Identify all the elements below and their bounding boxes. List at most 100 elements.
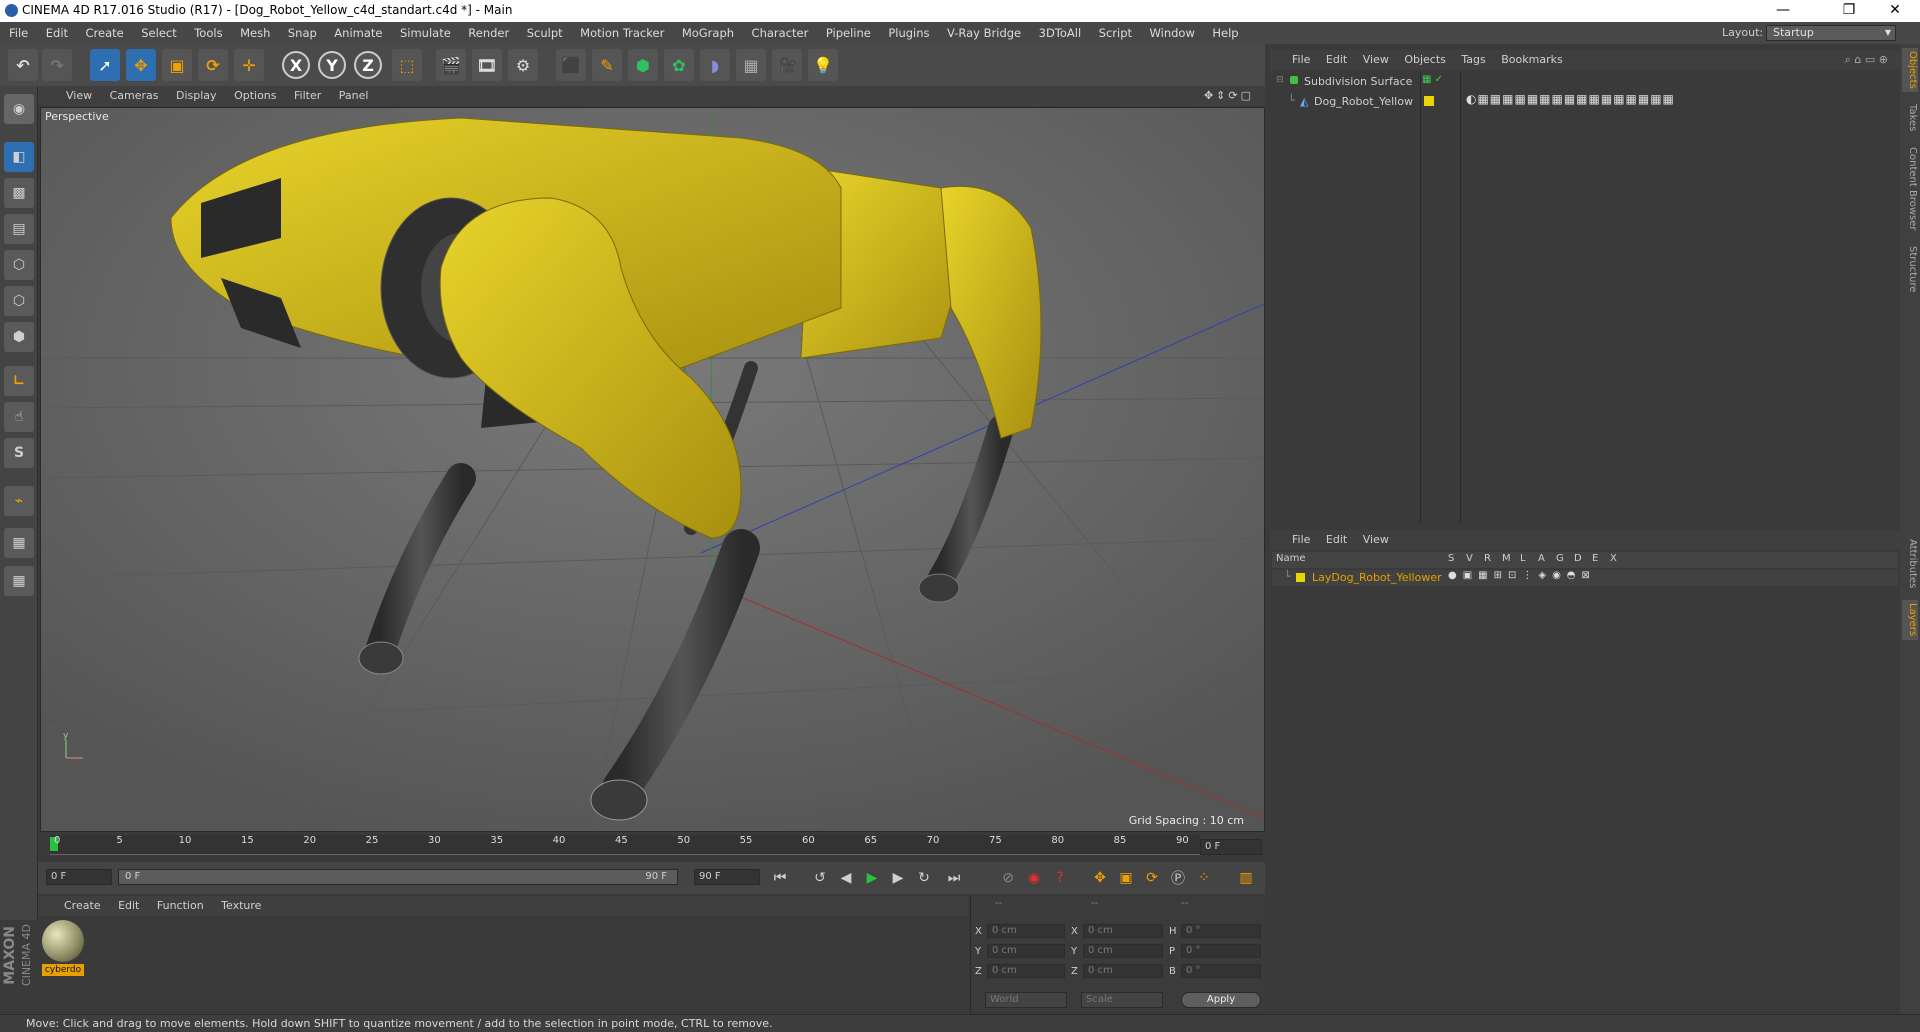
- goto-next-key-icon[interactable]: ↻: [912, 867, 936, 889]
- layer-toggle-icons[interactable]: ●▣▦⊞⊡⋮◈◉◓⊠: [1448, 570, 1596, 581]
- cloner-icon[interactable]: ✿: [664, 49, 694, 81]
- position-x-field[interactable]: 0 cm: [987, 924, 1065, 938]
- object-row-dog-robot[interactable]: └ ◭ Dog_Robot_Yellow: [1272, 94, 1418, 110]
- menu-animate[interactable]: Animate: [327, 22, 389, 44]
- frame-range-slider[interactable]: 0 F 90 F: [118, 869, 678, 885]
- rotate-tool-button[interactable]: ⟳: [198, 49, 228, 81]
- pen-spline-icon[interactable]: ✎: [592, 49, 622, 81]
- snap-icon[interactable]: S: [4, 438, 34, 468]
- points-mode-icon[interactable]: ⬡: [4, 250, 34, 280]
- search-icon[interactable]: ⌕ ⌂ ▭ ⊕: [1839, 50, 1894, 70]
- menu-snap[interactable]: Snap: [281, 22, 324, 44]
- size-z-field[interactable]: 0 cm: [1083, 964, 1163, 978]
- menu-select[interactable]: Select: [134, 22, 183, 44]
- objects-menu-file[interactable]: File: [1270, 50, 1316, 70]
- tab-content-browser[interactable]: Content Browser: [1902, 144, 1918, 234]
- floor-icon[interactable]: ▦: [736, 49, 766, 81]
- layout-select[interactable]: Startup ▼: [1766, 25, 1896, 41]
- undo-button[interactable]: ↶: [8, 49, 38, 81]
- layers-menu-view[interactable]: View: [1357, 530, 1395, 550]
- x-axis-toggle[interactable]: X: [282, 51, 310, 79]
- make-editable-icon[interactable]: ◉: [4, 94, 34, 124]
- record-keyframe-off-icon[interactable]: ⊘: [996, 867, 1020, 889]
- scale-tool-button[interactable]: ▣: [162, 49, 192, 81]
- key-position-icon[interactable]: ✥: [1088, 867, 1112, 889]
- tab-structure[interactable]: Structure: [1902, 244, 1918, 294]
- texture-mode-icon[interactable]: ▩: [4, 178, 34, 208]
- edges-mode-icon[interactable]: ⬡: [4, 286, 34, 316]
- menu-file[interactable]: File: [0, 22, 35, 44]
- material-swatch[interactable]: [42, 920, 84, 962]
- menu-character[interactable]: Character: [745, 22, 816, 44]
- menu-create[interactable]: Create: [79, 22, 131, 44]
- viewport-navigation-icons[interactable]: ✥⇕⟳▢: [1197, 86, 1261, 106]
- position-z-field[interactable]: 0 cm: [987, 964, 1065, 978]
- workplane-mode-icon[interactable]: ▤: [4, 214, 34, 244]
- light-icon[interactable]: 💡: [808, 49, 838, 81]
- key-parameter-icon[interactable]: Ⓟ: [1166, 867, 1190, 889]
- menu-window[interactable]: Window: [1143, 22, 1202, 44]
- play-icon[interactable]: ▶: [860, 867, 884, 889]
- menu-tools[interactable]: Tools: [187, 22, 229, 44]
- menu-motion-tracker[interactable]: Motion Tracker: [573, 22, 671, 44]
- size-x-field[interactable]: 0 cm: [1083, 924, 1163, 938]
- menu-3dtoall[interactable]: 3DToAll: [1032, 22, 1089, 44]
- timeline-window-icon[interactable]: ▥: [1234, 867, 1258, 889]
- size-y-field[interactable]: 0 cm: [1083, 944, 1163, 958]
- move-tool-button[interactable]: ✥: [126, 49, 156, 81]
- objects-menu-objects[interactable]: Objects: [1398, 50, 1452, 70]
- objects-menu-view[interactable]: View: [1357, 50, 1395, 70]
- layer-name[interactable]: LayDog_Robot_Yellower: [1312, 571, 1442, 584]
- menu-mograph[interactable]: MoGraph: [675, 22, 741, 44]
- polygons-mode-icon[interactable]: ⬢: [4, 322, 34, 352]
- menu-vray-bridge[interactable]: V-Ray Bridge: [940, 22, 1028, 44]
- tab-takes[interactable]: Takes: [1902, 102, 1918, 134]
- camera-icon[interactable]: 🎥: [772, 49, 802, 81]
- position-y-field[interactable]: 0 cm: [987, 944, 1065, 958]
- live-select-button[interactable]: ✛: [234, 49, 264, 81]
- render-view-icon[interactable]: 🎬: [436, 49, 466, 81]
- objects-menu-edit[interactable]: Edit: [1320, 50, 1353, 70]
- collapse-icon[interactable]: ⊟: [1276, 75, 1284, 85]
- tab-layers[interactable]: Layers: [1902, 600, 1918, 640]
- menu-script[interactable]: Script: [1092, 22, 1139, 44]
- menu-edit[interactable]: Edit: [39, 22, 75, 44]
- layer-color-swatch[interactable]: [1424, 96, 1434, 106]
- material-menu-texture[interactable]: Texture: [214, 896, 268, 916]
- lock-workplane-icon[interactable]: ▦: [4, 528, 34, 558]
- objects-menu-tags[interactable]: Tags: [1455, 50, 1491, 70]
- objects-menu-bookmarks[interactable]: Bookmarks: [1495, 50, 1568, 70]
- goto-prev-key-icon[interactable]: ↺: [808, 867, 832, 889]
- layers-menu-edit[interactable]: Edit: [1320, 530, 1353, 550]
- viewport-menu-options[interactable]: Options: [227, 86, 283, 106]
- close-button[interactable]: ✕: [1872, 0, 1918, 22]
- start-frame-field[interactable]: 0 F: [46, 869, 112, 885]
- coordinate-space-select[interactable]: World: [985, 992, 1067, 1008]
- key-rotation-icon[interactable]: ⟳: [1140, 867, 1164, 889]
- axis-mode-icon[interactable]: ∟: [4, 366, 34, 396]
- cube-icon[interactable]: ⬛: [556, 49, 586, 81]
- coordinate-system-button[interactable]: ⬚: [392, 49, 422, 81]
- object-visibility-checks[interactable]: ▦ ✓: [1422, 74, 1443, 85]
- menu-plugins[interactable]: Plugins: [881, 22, 936, 44]
- material-menu-create[interactable]: Create: [38, 896, 108, 916]
- render-picture-viewer-icon[interactable]: 🎞: [472, 49, 502, 81]
- apply-button[interactable]: Apply: [1181, 992, 1261, 1008]
- render-settings-icon[interactable]: ⚙: [508, 49, 538, 81]
- layer-color-icon[interactable]: [1296, 573, 1305, 582]
- material-tags-row[interactable]: ◐▦▦▦▦▦▦▦▦▦▦▦▦▦▦▦▦: [1466, 92, 1675, 106]
- maximize-button[interactable]: ❐: [1826, 0, 1872, 22]
- menu-pipeline[interactable]: Pipeline: [819, 22, 878, 44]
- menu-simulate[interactable]: Simulate: [393, 22, 458, 44]
- menu-sculpt[interactable]: Sculpt: [520, 22, 570, 44]
- record-active-icon[interactable]: ◉: [1022, 867, 1046, 889]
- object-row-subdivision[interactable]: ⊟ Subdivision Surface: [1272, 74, 1418, 90]
- rotation-b-field[interactable]: 0 °: [1181, 964, 1261, 978]
- viewport-menu-view[interactable]: View: [38, 86, 99, 106]
- menu-mesh[interactable]: Mesh: [233, 22, 277, 44]
- end-frame-field[interactable]: 90 F: [694, 869, 760, 885]
- key-scale-icon[interactable]: ▣: [1114, 867, 1138, 889]
- rotation-h-field[interactable]: 0 °: [1181, 924, 1261, 938]
- z-axis-toggle[interactable]: Z: [354, 51, 382, 79]
- layers-menu-file[interactable]: File: [1270, 530, 1316, 550]
